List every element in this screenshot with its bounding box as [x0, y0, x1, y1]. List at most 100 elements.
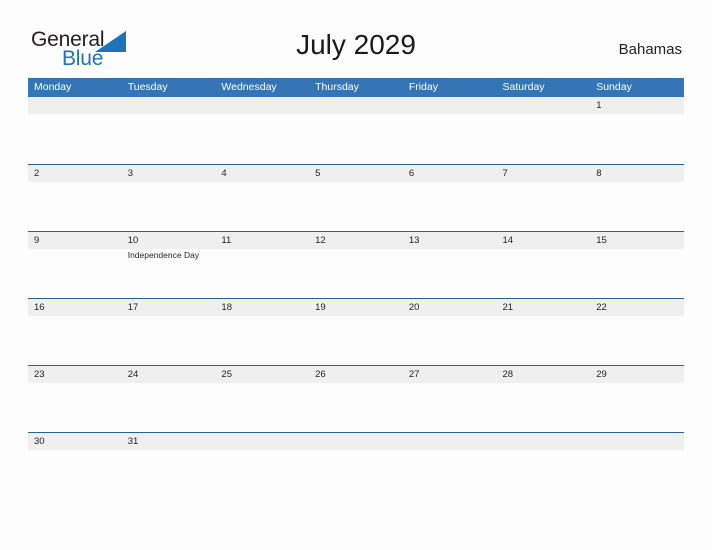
day-number: 14: [502, 235, 514, 246]
calendar-grid: Monday Tuesday Wednesday Thursday Friday…: [28, 78, 684, 461]
day-events: [315, 450, 403, 451]
day-cell[interactable]: 8: [590, 165, 684, 231]
day-cell[interactable]: 18: [215, 299, 309, 365]
day-cell[interactable]: 5: [309, 165, 403, 231]
day-number: [409, 433, 497, 450]
day-cell[interactable]: 29: [590, 366, 684, 432]
day-cell[interactable]: 21: [497, 299, 591, 365]
week-row: 16 17 18 19 20 21 22: [28, 298, 684, 365]
day-cell[interactable]: 14: [497, 232, 591, 298]
day-cell[interactable]: 22: [590, 299, 684, 365]
day-events: [596, 182, 684, 183]
country-label: Bahamas: [618, 41, 682, 58]
day-events: [221, 182, 309, 183]
day-events: [315, 383, 403, 384]
day-cell[interactable]: 30: [28, 433, 122, 461]
day-events: [596, 249, 684, 250]
week-row: 23 24 25 26 27 28 29: [28, 365, 684, 432]
day-cell[interactable]: 3: [122, 165, 216, 231]
day-number: 11: [221, 235, 232, 246]
day-cell[interactable]: [403, 433, 497, 461]
day-cell[interactable]: 16: [28, 299, 122, 365]
day-events: [34, 249, 122, 250]
day-cell[interactable]: 28: [497, 366, 591, 432]
day-number: 26: [315, 369, 326, 380]
day-events: [34, 316, 122, 317]
day-events: [503, 114, 591, 115]
day-cell[interactable]: 15: [590, 232, 684, 298]
day-cell[interactable]: 19: [309, 299, 403, 365]
day-number: [503, 433, 591, 450]
day-events: [34, 114, 122, 115]
day-number: 29: [596, 369, 607, 380]
day-cell[interactable]: 6: [403, 165, 497, 231]
day-cell[interactable]: 13: [403, 232, 497, 298]
day-events: [409, 450, 497, 451]
day-events: [503, 450, 591, 451]
day-number: 5: [315, 168, 321, 179]
day-events: Independence Day: [128, 249, 216, 261]
day-events: [221, 114, 309, 115]
weekday-sunday: Sunday: [596, 81, 632, 93]
day-events: [221, 450, 309, 451]
weekday-thursday: Thursday: [315, 81, 359, 93]
day-cell[interactable]: 20: [403, 299, 497, 365]
day-cell[interactable]: [215, 433, 309, 461]
day-number: 6: [408, 168, 415, 179]
day-cell[interactable]: 31: [122, 433, 216, 461]
day-cell[interactable]: 26: [309, 366, 403, 432]
day-cell[interactable]: [497, 97, 591, 164]
day-number: 12: [315, 235, 326, 246]
day-events: [34, 383, 122, 384]
day-cell[interactable]: 2: [28, 165, 122, 231]
day-events: [503, 316, 591, 317]
day-cell[interactable]: 12: [309, 232, 403, 298]
day-number: [128, 97, 216, 114]
day-cell[interactable]: 17: [122, 299, 216, 365]
day-cell[interactable]: [122, 97, 216, 164]
day-events: [409, 249, 497, 250]
day-cell[interactable]: 25: [215, 366, 309, 432]
day-number: 3: [127, 168, 133, 179]
day-number: [315, 97, 403, 114]
day-events: [128, 316, 216, 317]
day-events: [503, 383, 591, 384]
day-number: 23: [34, 369, 45, 380]
day-events: [34, 450, 122, 451]
day-cell[interactable]: [590, 433, 684, 461]
week-row: 1: [28, 97, 684, 164]
day-cell[interactable]: [215, 97, 309, 164]
day-number: 19: [315, 302, 326, 313]
day-number: 18: [221, 302, 232, 313]
day-number: 9: [34, 235, 40, 246]
day-cell[interactable]: 10 Independence Day: [122, 232, 216, 298]
day-cell[interactable]: 23: [28, 366, 122, 432]
day-number: [34, 97, 122, 114]
day-events: [128, 450, 216, 451]
day-number: 2: [34, 168, 40, 179]
calendar-page: General Blue July 2029 Bahamas Monday Tu…: [0, 0, 712, 550]
week-row: 9 10 Independence Day 11 12 13 14 15: [28, 231, 684, 298]
day-cell[interactable]: 27: [403, 366, 497, 432]
day-events: [128, 383, 216, 384]
day-cell[interactable]: [309, 433, 403, 461]
day-number: [503, 97, 591, 114]
day-events: [315, 182, 403, 183]
day-cell[interactable]: 7: [497, 165, 591, 231]
day-cell[interactable]: 4: [215, 165, 309, 231]
day-cell[interactable]: [309, 97, 403, 164]
day-cell[interactable]: [497, 433, 591, 461]
page-title: July 2029: [296, 29, 416, 60]
day-cell[interactable]: [28, 97, 122, 164]
day-number: 31: [127, 436, 139, 447]
day-cell[interactable]: [403, 97, 497, 164]
day-events: [221, 249, 309, 250]
day-cell[interactable]: 9: [28, 232, 122, 298]
day-events: [315, 114, 403, 115]
day-cell[interactable]: 1: [590, 97, 684, 164]
day-events: [315, 249, 403, 250]
day-events: [221, 316, 309, 317]
day-cell[interactable]: 24: [122, 366, 216, 432]
day-cell[interactable]: 11: [215, 232, 309, 298]
day-number: [221, 97, 309, 114]
